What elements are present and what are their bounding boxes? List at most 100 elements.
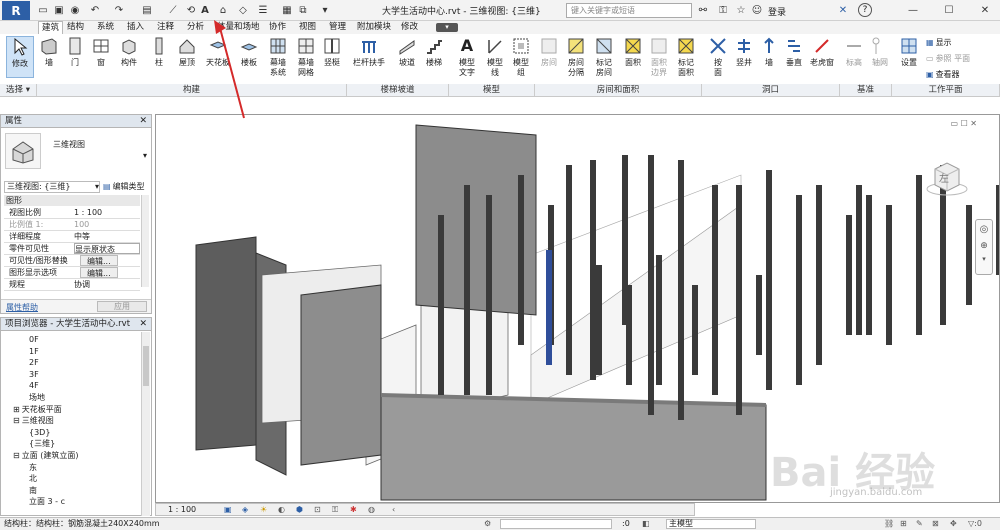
level-button[interactable]: 标高 (844, 36, 864, 68)
sync-icon[interactable]: ◉ (68, 3, 82, 17)
browser-item[interactable]: ⊟ 三维视图 (13, 415, 54, 426)
close-icon[interactable]: ✕ (978, 3, 992, 17)
dormer-button[interactable]: 老虎窗 (808, 36, 836, 68)
browser-item[interactable]: ⊟ 立面 (建筑立面) (13, 450, 79, 461)
browser-item[interactable]: ⊞ 天花板平面 (13, 404, 62, 415)
design-option-dropdown[interactable]: 主模型 (666, 519, 756, 529)
curtain-system-button[interactable]: 幕墙 系统 (266, 36, 290, 78)
model-group-button[interactable]: 模型 组 (510, 36, 532, 78)
collapse-icon[interactable]: ⊟ (13, 451, 20, 460)
grid-button[interactable]: 轴网 (870, 36, 890, 68)
workset-dropdown[interactable] (500, 519, 612, 529)
render-icon[interactable]: ⬢ (296, 504, 303, 515)
column[interactable] (486, 195, 492, 395)
browser-scrollbar[interactable] (141, 332, 150, 516)
vertical-opening-button[interactable]: 垂直 (784, 36, 804, 68)
tab-insert[interactable]: 插入 (124, 21, 147, 34)
zoom-icon[interactable]: ⊕ (976, 241, 992, 251)
tab-systems[interactable]: 系统 (94, 21, 117, 34)
column[interactable] (712, 185, 718, 395)
column[interactable] (846, 215, 852, 335)
viewer-button[interactable]: ▣ 查看器 (926, 69, 960, 80)
browser-item[interactable]: 3F (29, 369, 39, 380)
browser-item[interactable]: 东 (29, 462, 37, 473)
apply-button[interactable]: 应用 (97, 301, 147, 312)
column[interactable] (996, 185, 999, 275)
column[interactable] (464, 185, 470, 395)
type-dropdown-icon[interactable]: ▾ (143, 151, 147, 160)
browser-item[interactable]: 4F (29, 380, 39, 391)
room-separator-button[interactable]: 房间 分隔 (564, 36, 588, 78)
browser-item[interactable]: 2F (29, 357, 39, 368)
nav-dropdown-icon[interactable]: ▾ (976, 255, 992, 263)
shaft-button[interactable]: 竖井 (734, 36, 754, 68)
minimize-icon[interactable]: — (906, 3, 920, 17)
switch-windows-icon[interactable]: ⧉ (296, 3, 310, 17)
measure-icon[interactable]: ⟋ (166, 3, 180, 17)
select-links-icon[interactable]: ⛓ (884, 518, 894, 530)
room-button[interactable]: 房间 (538, 36, 560, 68)
close-icon[interactable]: ✕ (139, 318, 147, 331)
view-cube[interactable]: 左 (925, 159, 969, 199)
wall-opening-button[interactable]: 墙 (760, 36, 778, 68)
tab-analyze[interactable]: 分析 (184, 21, 207, 34)
dimension-icon[interactable]: ⟲ (184, 3, 198, 17)
column[interactable] (518, 175, 524, 345)
navigation-bar[interactable]: ◎ ⊕ ▾ (975, 219, 993, 275)
ramp-button[interactable]: 坡道 (396, 36, 418, 68)
column[interactable] (736, 185, 742, 415)
component-button[interactable]: 构件 (118, 36, 140, 68)
reveal-icon[interactable]: ◍ (368, 504, 375, 515)
steering-wheel-icon[interactable]: ◎ (976, 224, 992, 235)
wall-button[interactable]: 墙 (40, 36, 58, 68)
scroll-thumb[interactable] (143, 346, 149, 386)
wall-front-panel[interactable] (300, 284, 382, 466)
browser-item[interactable]: {3D} (29, 427, 50, 438)
ribbon-toggle-icon[interactable]: ▾ (436, 23, 458, 32)
column[interactable] (756, 275, 762, 355)
stair-button[interactable]: 楼梯 (424, 36, 444, 68)
column[interactable] (692, 285, 698, 375)
model-text-button[interactable]: A 模型 文字 (456, 36, 478, 78)
thin-lines-icon[interactable]: ☰ (256, 3, 270, 17)
shadows-icon[interactable]: ◐ (278, 504, 285, 515)
column[interactable] (656, 255, 662, 385)
browser-item[interactable]: 南 (29, 485, 37, 496)
tab-annotate[interactable]: 注释 (154, 21, 177, 34)
curtain-wall-middle[interactable] (530, 204, 742, 406)
filter-icon[interactable]: ◧ (642, 518, 650, 530)
collapse-icon[interactable]: ⊟ (13, 416, 20, 425)
close-icon[interactable]: ✕ (139, 115, 147, 128)
column[interactable] (866, 195, 872, 335)
wall-front-long[interactable] (380, 394, 767, 501)
browser-item[interactable]: {三维} (29, 438, 55, 449)
column[interactable] (626, 285, 632, 385)
column[interactable] (886, 205, 892, 345)
help-button[interactable]: ? (858, 3, 872, 17)
column[interactable] (678, 160, 684, 420)
customize-qa-icon[interactable]: ▾ (318, 3, 332, 17)
column[interactable] (796, 195, 802, 385)
tab-modify[interactable]: 修改 (398, 21, 421, 34)
sun-path-icon[interactable]: ☀ (260, 504, 267, 515)
save-icon[interactable]: ▣ (52, 3, 66, 17)
prop-value[interactable]: 1 : 100 (74, 207, 102, 218)
column[interactable] (766, 170, 772, 390)
curtain-grid-button[interactable]: 幕墙 网格 (294, 36, 318, 78)
mullion-button[interactable]: 竖梃 (322, 36, 342, 68)
modify-button[interactable]: 修改 (6, 36, 34, 78)
drag-elements-icon[interactable]: ✥ (950, 518, 957, 530)
close-hidden-icon[interactable]: ▦ (280, 3, 294, 17)
column-button[interactable]: 柱 (150, 36, 168, 68)
model-line-button[interactable]: 模型 线 (484, 36, 506, 78)
filter-count-icon[interactable]: ▽:0 (968, 518, 982, 530)
roof-button[interactable]: 屋顶 (176, 36, 198, 68)
column[interactable] (816, 185, 822, 365)
column[interactable] (856, 185, 862, 335)
prop-value[interactable]: 显示原状态 (74, 243, 140, 254)
worksharing-icon[interactable]: ⚙ (484, 518, 491, 530)
expand-icon[interactable]: ⊞ (13, 405, 20, 414)
selected-column[interactable] (546, 250, 552, 365)
railing-button[interactable]: 栏杆扶手 (352, 36, 386, 68)
undo-icon[interactable]: ↶ (88, 3, 102, 17)
